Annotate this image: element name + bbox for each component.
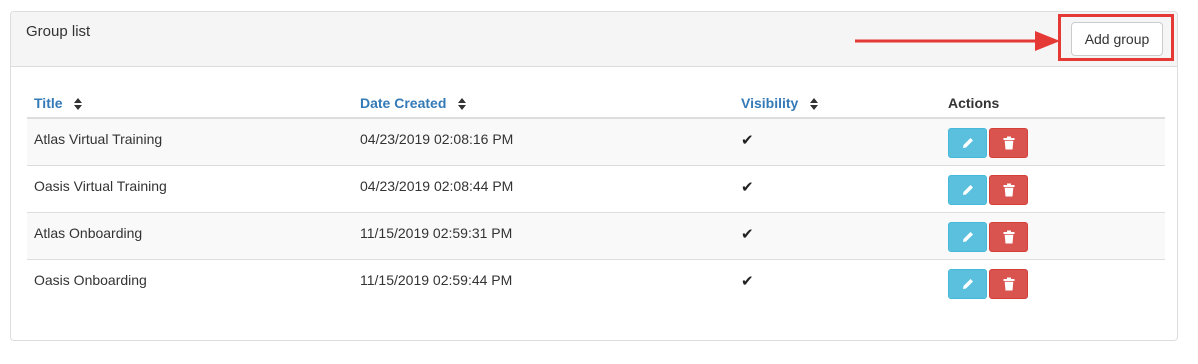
row-actions (941, 211, 1165, 259)
delete-button[interactable] (989, 268, 1028, 299)
trash-icon (1003, 277, 1014, 290)
annotation-arrow (855, 31, 1060, 51)
column-header-title-label[interactable]: Title (34, 95, 63, 111)
edit-button[interactable] (948, 174, 987, 205)
table-row: Oasis Onboarding 11/15/2019 02:59:44 PM … (27, 258, 1165, 306)
group-table: Title Date Created Visibility Actions At… (27, 88, 1165, 306)
row-title: Atlas Onboarding (27, 211, 353, 259)
table-header-row: Title Date Created Visibility Actions (27, 88, 1165, 119)
edit-button[interactable] (948, 128, 987, 158)
column-header-title[interactable]: Title (27, 88, 353, 119)
column-header-date-created-label[interactable]: Date Created (360, 95, 446, 111)
row-visibility: ✔ (734, 211, 941, 259)
edit-button[interactable] (948, 268, 987, 299)
column-header-visibility-label[interactable]: Visibility (741, 95, 798, 111)
row-actions (941, 164, 1165, 212)
trash-icon (1003, 136, 1014, 150)
group-list-panel: Group list Add group Title Date Created (10, 11, 1178, 341)
pencil-icon (962, 278, 973, 289)
check-icon: ✔ (741, 132, 754, 149)
column-header-date-created[interactable]: Date Created (353, 88, 734, 119)
trash-icon (1003, 183, 1014, 196)
column-header-actions: Actions (941, 88, 1165, 119)
row-date-created: 04/23/2019 02:08:44 PM (353, 164, 734, 212)
sort-icon[interactable] (810, 97, 819, 110)
row-visibility: ✔ (734, 117, 941, 165)
delete-button[interactable] (989, 221, 1028, 252)
pencil-icon (962, 231, 973, 242)
pencil-icon (962, 184, 973, 195)
row-title: Oasis Virtual Training (27, 164, 353, 212)
row-date-created: 04/23/2019 02:08:16 PM (353, 117, 734, 165)
check-icon: ✔ (741, 178, 754, 196)
row-date-created: 11/15/2019 02:59:44 PM (353, 258, 734, 306)
sort-icon[interactable] (74, 97, 83, 110)
delete-button[interactable] (989, 174, 1028, 205)
row-title: Atlas Virtual Training (27, 117, 353, 165)
add-group-button[interactable]: Add group (1071, 22, 1163, 56)
table-row: Atlas Onboarding 11/15/2019 02:59:31 PM … (27, 211, 1165, 259)
row-actions (941, 117, 1165, 165)
panel-heading: Group list Add group (11, 12, 1177, 67)
table-row: Oasis Virtual Training 04/23/2019 02:08:… (27, 164, 1165, 212)
column-header-visibility[interactable]: Visibility (734, 88, 941, 119)
check-icon: ✔ (741, 272, 754, 290)
trash-icon (1003, 230, 1014, 243)
column-header-actions-label: Actions (948, 94, 1000, 111)
panel-title: Group list (26, 23, 91, 40)
edit-button[interactable] (948, 221, 987, 252)
row-date-created: 11/15/2019 02:59:31 PM (353, 211, 734, 259)
table-row: Atlas Virtual Training 04/23/2019 02:08:… (27, 117, 1165, 165)
check-icon: ✔ (741, 225, 754, 243)
delete-button[interactable] (989, 128, 1028, 158)
row-title: Oasis Onboarding (27, 258, 353, 306)
pencil-icon (962, 138, 973, 148)
row-visibility: ✔ (734, 164, 941, 212)
row-visibility: ✔ (734, 258, 941, 306)
sort-icon[interactable] (458, 97, 467, 110)
row-actions (941, 258, 1165, 306)
